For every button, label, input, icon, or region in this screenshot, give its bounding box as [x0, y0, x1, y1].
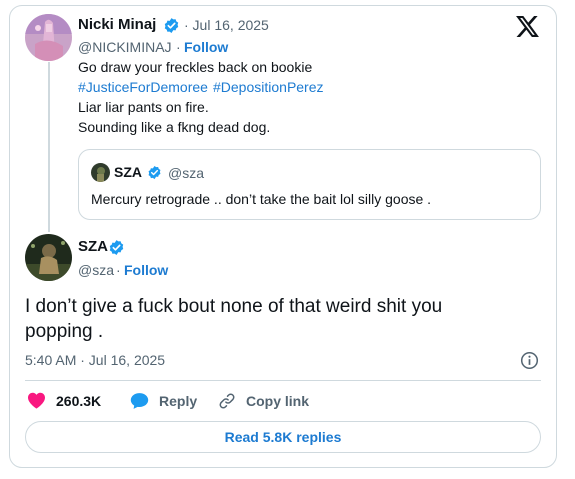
reply-button[interactable]: Reply	[130, 392, 197, 410]
follow-link[interactable]: Follow	[184, 39, 228, 55]
main-tweet-text-line: popping .	[25, 321, 104, 342]
nested-handle: @sza	[168, 165, 204, 181]
hashtag-link[interactable]: #JusticeForDemoree	[78, 79, 208, 95]
like-count: 260.3K	[56, 392, 102, 409]
sza-small-avatar	[91, 163, 110, 182]
verified-badge-icon	[147, 165, 162, 180]
verified-badge-icon	[163, 17, 180, 34]
link-icon	[219, 393, 235, 409]
x-logo-icon[interactable]	[516, 16, 539, 42]
separator: ·	[176, 39, 181, 55]
verified-badge-icon	[108, 239, 125, 256]
thread-connector	[48, 62, 50, 232]
reply-label: Reply	[159, 393, 198, 409]
read-replies-button[interactable]: Read 5.8K replies	[25, 421, 541, 453]
nested-tweet-text: Mercury retrograde .. don’t take the bai…	[91, 191, 432, 207]
divider	[25, 380, 541, 381]
hashtag-link[interactable]: #DepositionPerez	[213, 79, 324, 95]
tweet-text-line: Sounding like a fkng dead dog.	[78, 119, 271, 135]
like-button[interactable]: 260.3K	[27, 392, 101, 409]
reply-bubble-icon	[130, 393, 149, 409]
sza-avatar[interactable]	[25, 234, 72, 281]
copy-link-label: Copy link	[246, 393, 310, 409]
separator: ·	[116, 262, 121, 278]
tweet-text-line: Liar liar pants on fire.	[78, 99, 209, 115]
read-replies-label: Read 5.8K replies	[224, 429, 342, 445]
nested-author-name: SZA	[114, 164, 142, 180]
copy-link-button[interactable]: Copy link	[218, 392, 309, 410]
author-name[interactable]: Nicki Minaj	[78, 16, 156, 33]
info-icon[interactable]	[520, 351, 539, 375]
tweet-text-line: Go draw your freckles back on bookie	[78, 59, 313, 75]
nicki-avatar[interactable]	[25, 14, 72, 61]
main-author-name[interactable]: SZA	[78, 238, 108, 255]
follow-link[interactable]: Follow	[124, 262, 168, 278]
heart-icon	[28, 392, 45, 409]
handle[interactable]: @NICKIMINAJ	[78, 39, 172, 55]
timestamp[interactable]: 5:40 AM · Jul 16, 2025	[25, 352, 165, 368]
nested-quote-card[interactable]	[78, 149, 541, 220]
main-tweet-text-line: I don’t give a fuck bout none of that we…	[25, 296, 443, 317]
main-handle[interactable]: @sza	[78, 262, 114, 278]
tweet-date[interactable]: · Jul 16, 2025	[184, 17, 269, 33]
